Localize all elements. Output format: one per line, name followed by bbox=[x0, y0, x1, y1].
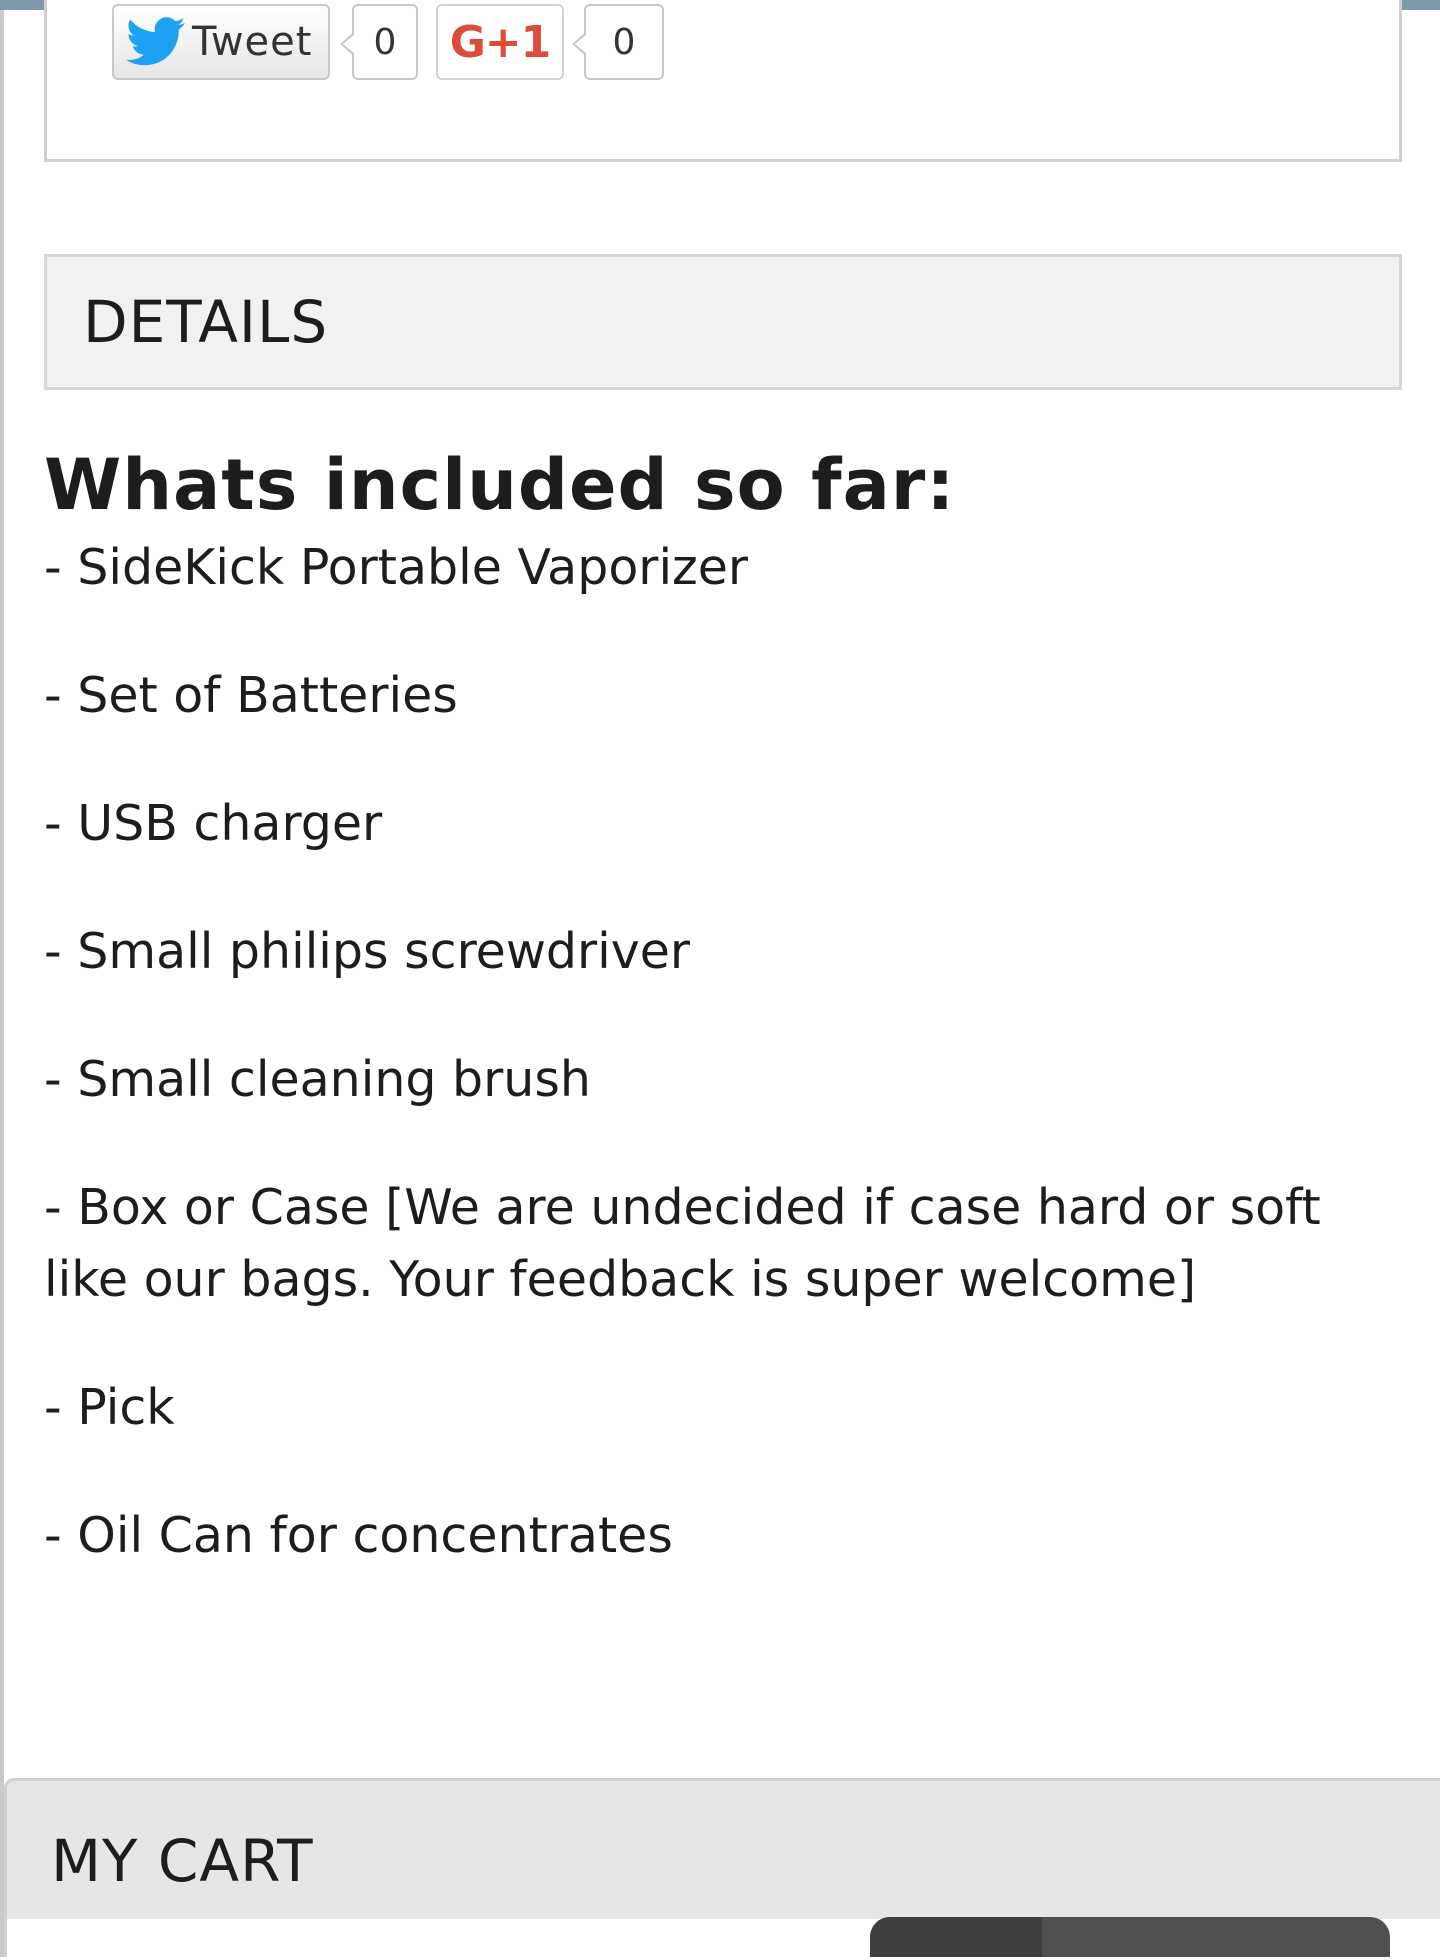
twitter-bird-icon bbox=[126, 17, 185, 66]
left-edge bbox=[0, 10, 4, 1957]
gplus-count: 0 bbox=[572, 4, 664, 80]
cart-title: MY CART bbox=[51, 1827, 314, 1895]
list-item: - Small philips screwdriver bbox=[44, 923, 691, 980]
cart-action-bar[interactable] bbox=[870, 1917, 1390, 1957]
list-item: - Small cleaning brush bbox=[44, 1051, 591, 1108]
content-heading: Whats included so far: bbox=[44, 444, 956, 526]
tweet-count: 0 bbox=[340, 4, 418, 80]
list-item: - Pick bbox=[44, 1379, 175, 1436]
list-item: - Oil Can for concentrates bbox=[44, 1507, 673, 1564]
list-item: - SideKick Portable Vaporizer bbox=[44, 539, 749, 596]
details-title: DETAILS bbox=[83, 288, 329, 356]
tweet-button[interactable]: Tweet bbox=[112, 4, 330, 80]
details-header: DETAILS bbox=[44, 254, 1402, 390]
cart-action-bar-segment bbox=[870, 1917, 1042, 1957]
gplus-button[interactable]: G+1 bbox=[436, 4, 564, 80]
list-item: - Box or Case [We are undecided if case … bbox=[44, 1179, 1321, 1308]
list-item: - USB charger bbox=[44, 795, 383, 852]
product-details-content: Whats included so far: - SideKick Portab… bbox=[44, 440, 1344, 1564]
list-item: - Set of Batteries bbox=[44, 667, 458, 724]
tweet-label: Tweet bbox=[192, 19, 313, 65]
